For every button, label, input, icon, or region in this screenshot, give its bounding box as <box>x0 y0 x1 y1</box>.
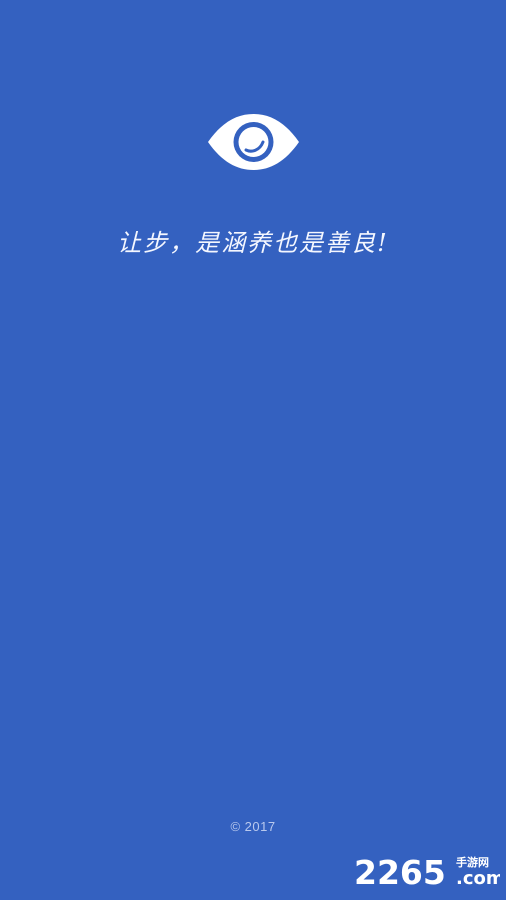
watermark-logo: 2265 手游网 .com <box>354 850 500 890</box>
splash-screen: 让步，是涵养也是善良! © 2017 2265 手游网 .com <box>0 0 506 900</box>
svg-text:手游网: 手游网 <box>456 855 489 869</box>
svg-text:2265: 2265 <box>354 853 446 890</box>
slogan-text: 让步，是涵养也是善良! <box>117 229 389 257</box>
eye-icon <box>206 114 301 170</box>
svg-text:.com: .com <box>456 868 500 889</box>
copyright-text: © 2017 <box>230 819 276 834</box>
